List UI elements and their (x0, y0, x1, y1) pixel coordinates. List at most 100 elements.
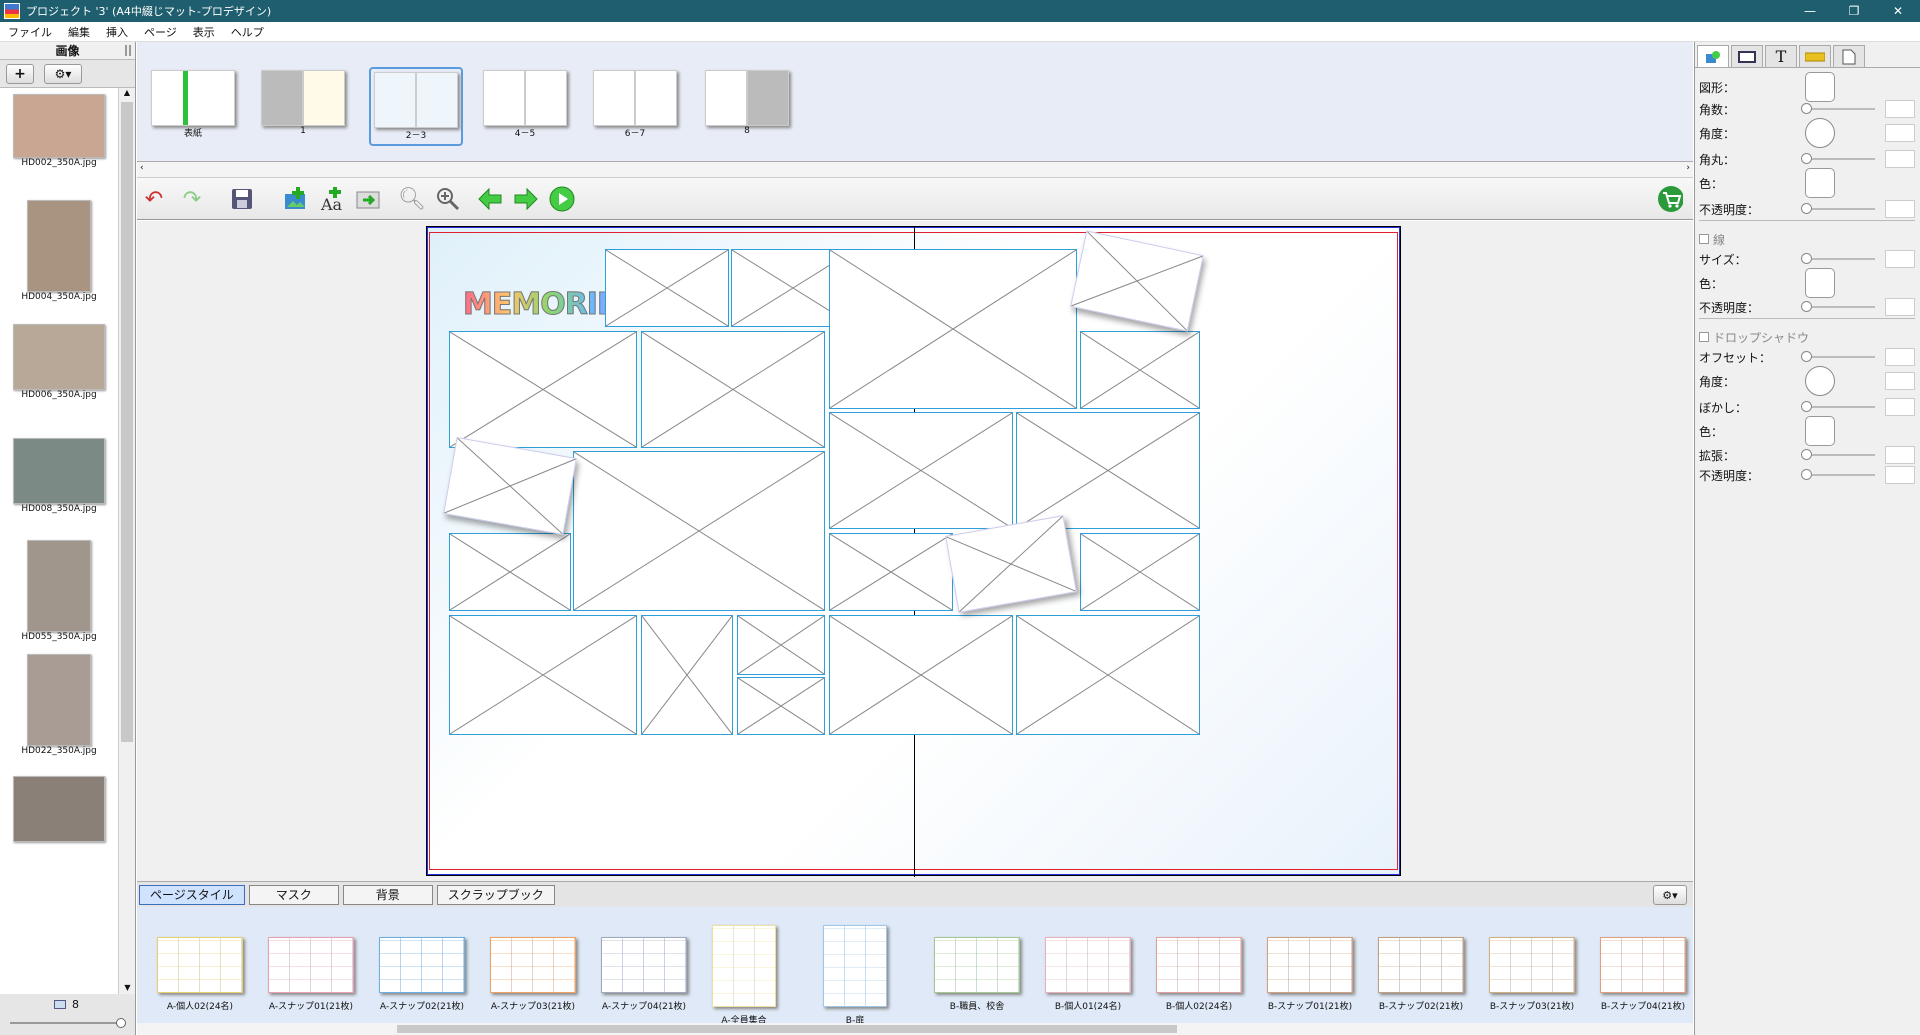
image-list-scrollbar[interactable]: ▲ ▼ (118, 88, 135, 994)
library-settings-button[interactable]: ⚙▾ (1653, 885, 1687, 905)
minimize-button[interactable]: — (1788, 4, 1832, 18)
photo-frame[interactable] (641, 331, 825, 448)
undo-icon[interactable]: ↶ (141, 186, 167, 212)
thumb-size-slider[interactable] (10, 1018, 126, 1028)
scroll-thumb[interactable] (121, 102, 133, 742)
photo-frame[interactable] (641, 615, 733, 735)
size-slider[interactable] (1801, 253, 1875, 264)
shadow_opacity-value[interactable] (1885, 466, 1915, 484)
slider-knob[interactable] (1801, 351, 1812, 362)
template-item[interactable]: A-スナップ01(21枚) (268, 937, 354, 1012)
slider-knob[interactable] (1801, 401, 1812, 412)
page-properties-icon[interactable] (1833, 45, 1865, 67)
size-value[interactable] (1885, 250, 1915, 268)
text-properties-icon[interactable]: T (1765, 45, 1797, 67)
zoom-in-icon[interactable] (435, 186, 461, 212)
shadow_angle-dial[interactable] (1805, 366, 1835, 396)
menu-edit[interactable]: 編集 (60, 24, 98, 40)
previous-page-icon[interactable] (477, 186, 503, 212)
page-spread[interactable]: MEMORIES (426, 226, 1401, 877)
template-item[interactable]: A-スナップ04(21枚) (601, 937, 687, 1012)
page-thumb-8[interactable]: 8 (705, 70, 789, 136)
menu-file[interactable]: ファイル (0, 24, 60, 40)
image-thumb[interactable]: HD004_350A.jpg (0, 200, 118, 302)
photo-frame[interactable] (449, 533, 571, 611)
angle-value[interactable] (1885, 124, 1915, 142)
shape-properties-icon[interactable] (1697, 45, 1729, 67)
shadow_opacity-slider[interactable] (1801, 469, 1875, 480)
photo-frame[interactable] (573, 451, 825, 611)
slider-knob[interactable] (1801, 253, 1812, 264)
template-scroll-thumb[interactable] (397, 1025, 1177, 1033)
spread-slider[interactable] (1801, 449, 1875, 460)
page-thumb-6-7[interactable]: 6－7 (593, 70, 677, 139)
slider-knob[interactable] (1801, 449, 1812, 460)
line_color-swatch[interactable] (1805, 268, 1835, 298)
blur-slider[interactable] (1801, 401, 1875, 412)
template-item[interactable]: A-個人02(24名) (157, 937, 243, 1012)
template-item[interactable]: B-扉 (823, 925, 887, 1023)
photo-frame[interactable] (829, 249, 1077, 409)
menu-insert[interactable]: 挿入 (98, 24, 136, 40)
offset-slider[interactable] (1801, 351, 1875, 362)
close-button[interactable]: ✕ (1876, 4, 1920, 18)
photo-frame[interactable] (605, 249, 729, 327)
menu-view[interactable]: 表示 (185, 24, 223, 40)
scroll-right-icon[interactable]: › (1686, 163, 1690, 173)
add-image-button[interactable]: + (6, 63, 34, 84)
panel-grip-icon[interactable] (125, 45, 131, 56)
ruler-icon[interactable] (1799, 45, 1831, 67)
editing-canvas[interactable]: MEMORIES (137, 221, 1693, 881)
photo-frame[interactable] (737, 677, 825, 735)
slider-knob[interactable] (1801, 469, 1812, 480)
photo-frame[interactable] (829, 533, 953, 611)
photo-frame[interactable] (945, 515, 1077, 613)
zoom-out-icon[interactable]: 🔍︎ (398, 186, 426, 212)
template-item[interactable]: B-スナップ03(21枚) (1489, 937, 1575, 1012)
preview-play-icon[interactable] (549, 186, 575, 212)
image-thumb[interactable]: HD006_350A.jpg (0, 324, 118, 400)
template-item[interactable]: B-スナップ02(21枚) (1378, 937, 1464, 1012)
next-page-icon[interactable] (513, 186, 539, 212)
photo-frame[interactable] (1080, 331, 1200, 409)
page-thumb-cover[interactable]: 表紙 (151, 70, 235, 139)
rounding-slider[interactable] (1801, 153, 1875, 164)
thumb-size-knob[interactable] (116, 1018, 126, 1028)
tab-page-style[interactable]: ページスタイル (139, 884, 245, 905)
template-item[interactable]: A-スナップ03(21枚) (490, 937, 576, 1012)
photo-frame[interactable] (1016, 615, 1200, 735)
template-item[interactable]: B-スナップ04(21枚) (1600, 937, 1686, 1012)
photo-frame[interactable] (737, 615, 825, 675)
page-thumb-1[interactable]: 1 (261, 70, 345, 136)
import-icon[interactable] (355, 186, 381, 212)
blur-value[interactable] (1885, 398, 1915, 416)
frame-properties-icon[interactable] (1731, 45, 1763, 67)
page-strip-scrollbar[interactable]: ‹ › (137, 162, 1693, 178)
photo-frame[interactable] (1070, 230, 1204, 332)
template-scrollbar[interactable] (137, 1023, 1693, 1035)
image-thumb[interactable]: HD002_350A.jpg (0, 94, 118, 168)
line_opacity-slider[interactable] (1801, 301, 1875, 312)
shadow_angle-value[interactable] (1885, 372, 1915, 390)
menu-page[interactable]: ページ (136, 24, 185, 40)
offset-value[interactable] (1885, 348, 1915, 366)
corners-slider[interactable] (1801, 103, 1875, 114)
page-thumb-4-5[interactable]: 4－5 (483, 70, 567, 139)
shadow_color-swatch[interactable] (1805, 416, 1835, 446)
scroll-left-icon[interactable]: ‹ (140, 163, 144, 173)
menu-help[interactable]: ヘルプ (223, 24, 272, 40)
rounding-value[interactable] (1885, 150, 1915, 168)
slider-knob[interactable] (1801, 203, 1812, 214)
slider-knob[interactable] (1801, 103, 1812, 114)
redo-icon[interactable]: ↷ (179, 186, 205, 212)
shadow-checkbox[interactable] (1699, 332, 1709, 342)
photo-frame[interactable] (443, 436, 577, 535)
restore-button[interactable]: ❐ (1832, 4, 1876, 18)
line-checkbox[interactable] (1699, 234, 1709, 244)
photo-frame[interactable] (449, 331, 637, 448)
line_opacity-value[interactable] (1885, 298, 1915, 316)
image-thumb[interactable]: HD022_350A.jpg (0, 654, 118, 756)
photo-frame[interactable] (829, 412, 1013, 529)
template-item[interactable]: B-スナップ01(21枚) (1267, 937, 1353, 1012)
image-list[interactable]: HD002_350A.jpg HD004_350A.jpg HD006_350A… (0, 88, 118, 994)
